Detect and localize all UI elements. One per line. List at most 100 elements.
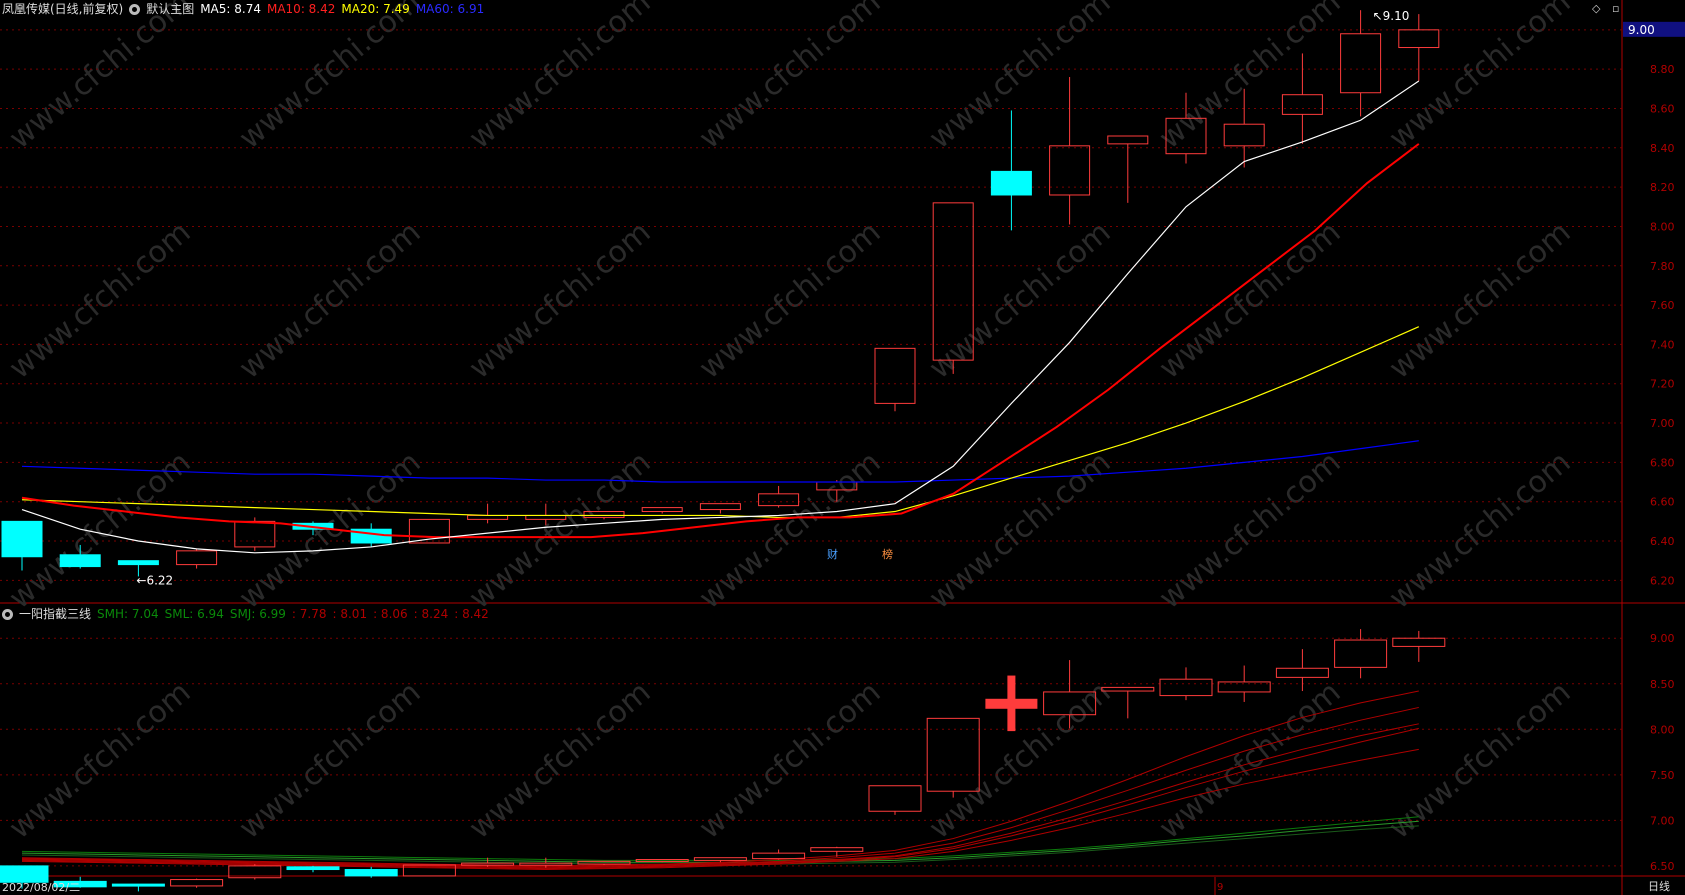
signal-cross <box>1007 675 1016 732</box>
candle-body <box>117 560 159 566</box>
candle-body <box>758 493 800 507</box>
sub-candle-body <box>693 857 747 861</box>
sub-candle-body <box>752 852 806 860</box>
watermark-text: www.cfchi.com <box>693 215 888 386</box>
l5-value: : 8.42 <box>454 607 489 621</box>
watermark-text: www.cfchi.com <box>3 0 198 156</box>
price-tick-label: 7.20 <box>1650 378 1675 391</box>
price-tick-label: 8.80 <box>1650 63 1675 76</box>
candle-body <box>990 170 1032 196</box>
sub-candle-body <box>1159 678 1213 697</box>
price-tick-label: 6.20 <box>1650 574 1675 587</box>
sub-tick-label: 7.00 <box>1650 814 1675 827</box>
watermark-text: www.cfchi.com <box>1383 0 1578 156</box>
candle-body <box>1340 33 1382 94</box>
sub-candle-body <box>1392 637 1446 647</box>
candle-body <box>1281 94 1323 115</box>
candle-body <box>176 550 218 566</box>
price-tick-label: 7.40 <box>1650 338 1675 351</box>
watermark-text: www.cfchi.com <box>233 215 428 386</box>
sub-candle-body <box>519 862 573 866</box>
kline-chart[interactable]: www.cfchi.com www.cfchi.com www.cfchi.com w… <box>0 0 1685 895</box>
sub-chart-header: 一阳指截三线 SMH: 7.04 SML: 6.94 SMJ: 6.99 : 7… <box>2 605 489 623</box>
smh-value: SMH: 7.04 <box>97 607 159 621</box>
l3-value: : 8.06 <box>373 607 408 621</box>
sub-candle-body <box>1275 667 1329 678</box>
gear-icon[interactable] <box>2 608 13 620</box>
watermark-text: www.cfchi.com <box>233 445 428 616</box>
watermark-text: www.cfchi.com <box>1153 445 1348 616</box>
price-tick-label: 7.80 <box>1650 260 1675 273</box>
price-tick-label: 7.00 <box>1650 417 1675 430</box>
sub-candle-body <box>170 879 224 887</box>
ma5-value: MA5: 8.74 <box>200 2 261 16</box>
diamond-icon[interactable]: ◇ <box>1592 2 1600 15</box>
sub-candle-body <box>344 869 398 877</box>
low-price-label: ←6.22 <box>136 573 173 587</box>
watermark-text: www.cfchi.com <box>1153 675 1348 846</box>
candle-body <box>59 554 101 568</box>
price-tick-label: 7.60 <box>1650 299 1675 312</box>
high-price-label: ↖9.10 <box>1373 9 1410 23</box>
candle-body <box>699 503 741 511</box>
sub-tick-label: 8.50 <box>1650 678 1675 691</box>
price-tick-label: 6.60 <box>1650 496 1675 509</box>
template-name[interactable]: 默认主图 <box>146 0 194 18</box>
sub-tick-label: 7.50 <box>1650 769 1675 782</box>
watermark-text: www.cfchi.com <box>923 0 1118 156</box>
candle-body <box>1 520 43 558</box>
month-mark: 9 <box>1217 882 1223 893</box>
watermark-text: www.cfchi.com <box>1383 215 1578 386</box>
watermark-text: www.cfchi.com <box>463 445 658 616</box>
watermark-text: www.cfchi.com <box>233 0 428 156</box>
watermark-text: www.cfchi.com <box>1383 445 1578 616</box>
indicator-name[interactable]: 一阳指截三线 <box>19 605 91 623</box>
price-tick-label: 6.80 <box>1650 456 1675 469</box>
price-tick-label: 8.00 <box>1650 220 1675 233</box>
gear-icon[interactable] <box>129 3 141 15</box>
period-label[interactable]: 日线 <box>1648 878 1670 894</box>
watermark-text: www.cfchi.com <box>923 445 1118 616</box>
candle-body <box>234 520 276 548</box>
candle-body <box>874 347 916 404</box>
ma20-value: MA20: 7.49 <box>341 2 410 16</box>
watermark-text: www.cfchi.com <box>463 675 658 846</box>
cursor-date: 2022/08/02/二 <box>2 881 81 894</box>
sub-candle-body <box>461 862 515 866</box>
sub-candle-body <box>810 847 864 852</box>
price-tick-label: 8.60 <box>1650 102 1675 115</box>
sub-candle-body <box>868 785 922 812</box>
candle-body <box>1223 123 1265 147</box>
price-tick-label: 6.40 <box>1650 535 1675 548</box>
rank-marker: 榜 <box>882 547 893 561</box>
sub-tick-label: 8.00 <box>1650 723 1675 736</box>
sub-tick-label: 6.50 <box>1650 860 1675 873</box>
l1-value: : 7.78 <box>291 607 327 621</box>
current-price-label: 9.00 <box>1628 23 1655 37</box>
main-chart-header: 凤凰传媒(日线,前复权) 默认主图 MA5: 8.74 MA10: 8.42 M… <box>2 0 484 18</box>
sub-candle-body <box>111 883 165 887</box>
price-tick-label: 8.20 <box>1650 181 1675 194</box>
watermark-text: www.cfchi.com <box>1153 0 1348 156</box>
watermark-text: www.cfchi.com <box>693 0 888 156</box>
l4-value: : 8.24 <box>413 607 449 621</box>
candle-body <box>1398 29 1440 49</box>
sub-candle-body <box>1334 639 1388 668</box>
smj-value: SMJ: 6.99 <box>229 607 286 621</box>
ma60-value: MA60: 6.91 <box>415 2 485 16</box>
candle-body <box>641 507 683 513</box>
sub-candle-body <box>286 866 340 871</box>
stock-name[interactable]: 凤凰传媒(日线,前复权) <box>2 0 123 18</box>
ma10-value: MA10: 8.42 <box>266 2 336 16</box>
watermark-text: www.cfchi.com <box>3 215 198 386</box>
sub-tick-label: 9.00 <box>1650 632 1675 645</box>
candle-body <box>1107 135 1149 145</box>
watermark-text: www.cfchi.com <box>463 0 658 156</box>
watermark-text: www.cfchi.com <box>1153 215 1348 386</box>
price-tick-label: 8.40 <box>1650 142 1675 155</box>
window-icon[interactable]: ▫ <box>1612 2 1619 15</box>
ma60-line <box>21 440 1419 483</box>
sml-value: SML: 6.94 <box>164 607 224 621</box>
l2-value: : 8.01 <box>332 607 368 621</box>
sub-candle-body <box>1101 686 1155 692</box>
